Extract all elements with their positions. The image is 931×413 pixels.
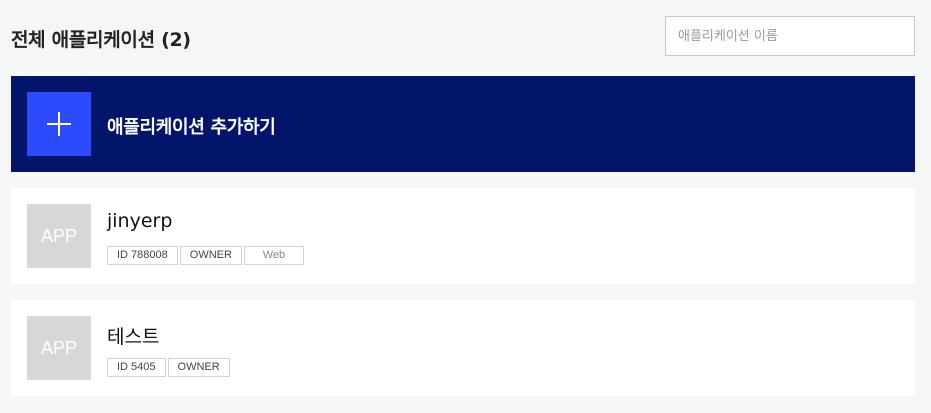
- plus-icon: [27, 92, 91, 156]
- app-card-test[interactable]: APP 테스트 ID 5405 OWNER: [11, 300, 915, 396]
- app-id-tag: ID 788008: [107, 246, 178, 265]
- add-application-button[interactable]: 애플리케이션 추가하기: [11, 76, 915, 172]
- page-title: 전체 애플리케이션 (2): [11, 29, 191, 51]
- app-card-jinyerp[interactable]: APP jinyerp ID 788008 OWNER Web: [11, 188, 915, 284]
- app-tags: ID 5405 OWNER: [107, 358, 230, 377]
- app-tags: ID 788008 OWNER Web: [107, 246, 304, 265]
- app-thumbnail-label: APP: [40, 225, 78, 246]
- search-input[interactable]: [665, 16, 915, 56]
- app-name: jinyerp: [107, 210, 173, 232]
- app-role-tag: OWNER: [179, 246, 242, 265]
- app-thumbnail: APP: [27, 204, 91, 268]
- app-name: 테스트: [107, 326, 160, 348]
- app-platform-tag: Web: [243, 246, 304, 265]
- app-thumbnail: APP: [27, 316, 91, 380]
- app-id-tag: ID 5405: [107, 358, 166, 377]
- app-role-tag: OWNER: [167, 358, 230, 377]
- page-header: 전체 애플리케이션 (2): [11, 16, 915, 56]
- app-thumbnail-label: APP: [40, 337, 78, 358]
- add-application-label: 애플리케이션 추가하기: [107, 117, 276, 138]
